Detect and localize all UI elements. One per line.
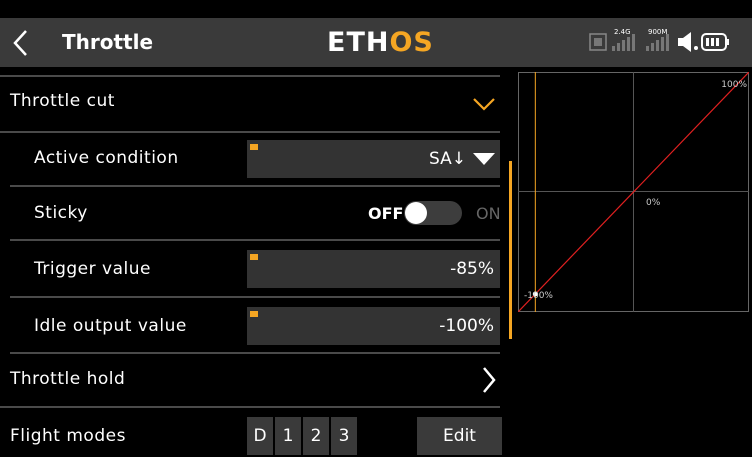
chevron-down-icon[interactable] [472, 95, 496, 113]
flight-mode-buttons: D 1 2 3 [247, 417, 367, 455]
toggle-knob [405, 202, 427, 224]
rf-2g4-label: 2.4G [614, 28, 631, 36]
sticky-label: Sticky [34, 203, 88, 223]
dropdown-triangle-icon [473, 153, 495, 165]
sticky-row: Sticky OFF ON [10, 187, 501, 241]
battery-icon [701, 33, 729, 51]
trigger-value-value: -85% [450, 259, 494, 279]
throttle-cut-label: Throttle cut [10, 91, 115, 111]
edit-button[interactable]: Edit [417, 417, 502, 455]
idle-output-row: Idle output value -100% [10, 298, 500, 354]
edit-marker-icon [250, 144, 258, 150]
record-icon [589, 33, 607, 51]
edit-marker-icon [250, 254, 258, 260]
scrollbar[interactable] [509, 161, 512, 339]
flight-modes-row: Flight modes D 1 2 3 Edit [0, 408, 502, 457]
idle-output-label: Idle output value [34, 316, 187, 336]
throttle-cut-header[interactable]: Throttle cut [0, 77, 500, 133]
idle-output-value: -100% [439, 316, 494, 336]
throttle-hold-row[interactable]: Throttle hold [0, 354, 500, 408]
label-top: 100% [721, 80, 747, 90]
edit-marker-icon [250, 311, 258, 317]
speaker-icon [678, 32, 698, 52]
sticky-on-label: ON [476, 204, 501, 223]
rf-2g4-signal-icon: 2.4G [612, 28, 635, 51]
trigger-value-row: Trigger value -85% [10, 241, 500, 298]
throttle-curve-chart: 100% 0% -100% [518, 72, 749, 312]
idle-output-field[interactable]: -100% [247, 307, 500, 345]
page-title: Throttle [62, 30, 154, 54]
status-icons: 2.4G 900M [589, 28, 729, 52]
flight-mode-d-button[interactable]: D [247, 417, 273, 455]
sticky-off-label: OFF [368, 204, 404, 223]
sticky-toggle[interactable] [404, 201, 462, 225]
flight-modes-label: Flight modes [10, 426, 126, 446]
active-condition-value: SA↓ [429, 149, 466, 169]
trigger-value-label: Trigger value [34, 259, 151, 279]
logo-main-text: ETH [327, 27, 390, 58]
chevron-left-icon [13, 29, 27, 56]
active-condition-select[interactable]: SA↓ [247, 140, 500, 178]
header: Throttle ETHOS 2.4G 900M [0, 0, 752, 72]
flight-mode-3-button[interactable]: 3 [331, 417, 357, 455]
back-button[interactable] [10, 18, 32, 67]
active-condition-row: Active condition SA↓ [10, 131, 500, 187]
chevron-right-icon[interactable] [482, 366, 496, 394]
active-condition-label: Active condition [34, 148, 179, 168]
throttle-hold-label: Throttle hold [10, 369, 126, 389]
header-bar: Throttle ETHOS 2.4G 900M [0, 18, 752, 67]
label-bottom: -100% [524, 291, 553, 301]
logo-accent-text: OS [389, 27, 434, 58]
trigger-value-field[interactable]: -85% [247, 250, 500, 288]
flight-mode-2-button[interactable]: 2 [303, 417, 329, 455]
ethos-logo: ETHOS [327, 27, 434, 59]
flight-mode-1-button[interactable]: 1 [275, 417, 301, 455]
rf-900m-signal-icon: 900M [646, 28, 669, 51]
rf-900m-label: 900M [648, 28, 667, 36]
label-center: 0% [646, 198, 661, 208]
